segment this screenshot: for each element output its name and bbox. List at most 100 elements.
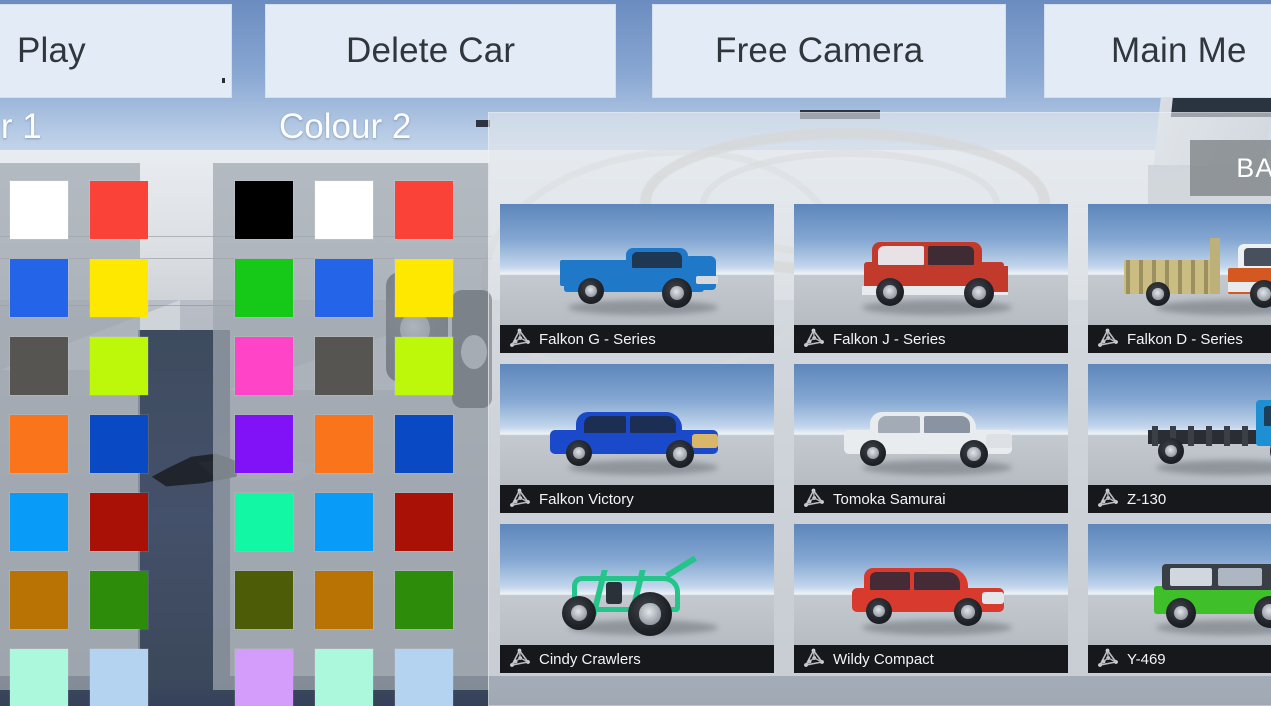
- colour-swatch[interactable]: [10, 181, 68, 239]
- car-part: [686, 256, 716, 290]
- colour-1-title: our 1: [0, 107, 42, 147]
- free-camera-button[interactable]: Free Camera: [652, 4, 1006, 98]
- car-part: [1210, 238, 1220, 294]
- car-part: [1152, 426, 1158, 446]
- car-card[interactable]: Tomoka Samurai: [794, 364, 1068, 513]
- prefab-mesh-icon: [802, 488, 826, 510]
- colour-swatch[interactable]: [235, 415, 293, 473]
- back-button[interactable]: BACK: [1190, 140, 1271, 196]
- car-part: [1152, 288, 1164, 300]
- colour-swatch[interactable]: [90, 571, 148, 629]
- car-thumbnail-render: [794, 204, 1068, 325]
- play-button[interactable]: Play: [0, 4, 232, 98]
- car-part: [630, 416, 676, 433]
- car-thumbnail: [500, 204, 774, 325]
- colour-2-title: Colour 2: [279, 107, 411, 147]
- colour-swatch[interactable]: [10, 571, 68, 629]
- colour-swatch[interactable]: [10, 493, 68, 551]
- colour-swatch[interactable]: [315, 337, 373, 395]
- colour-swatch[interactable]: [10, 649, 68, 706]
- car-part: [665, 555, 697, 578]
- colour-swatch[interactable]: [395, 337, 453, 395]
- car-thumbnail-render: [794, 524, 1068, 645]
- car-part: [1204, 260, 1208, 294]
- car-thumbnail-render: [794, 364, 1068, 485]
- car-card[interactable]: Z-130: [1088, 364, 1271, 513]
- car-name-label: Wildy Compact: [833, 651, 934, 668]
- car-thumbnail-render: [500, 204, 774, 325]
- colour-swatch[interactable]: [315, 181, 373, 239]
- colour-swatch[interactable]: [90, 649, 148, 706]
- colour-swatch[interactable]: [235, 493, 293, 551]
- colour-swatch[interactable]: [10, 259, 68, 317]
- car-name-label: Cindy Crawlers: [539, 651, 641, 668]
- car-card[interactable]: Wildy Compact: [794, 524, 1068, 673]
- car-thumbnail: [794, 204, 1068, 325]
- colour-swatch[interactable]: [315, 259, 373, 317]
- colour-swatch[interactable]: [315, 649, 373, 706]
- car-part: [982, 592, 1004, 604]
- car-part: [883, 285, 896, 298]
- mouse-cursor: [222, 78, 225, 83]
- car-name-bar: Z-130: [1088, 485, 1271, 513]
- main-menu-button-label: Main Me: [1045, 31, 1247, 71]
- car-name-bar: Falkon J - Series: [794, 325, 1068, 353]
- colour-swatch[interactable]: [235, 181, 293, 239]
- car-part: [1262, 604, 1271, 619]
- colour-swatch[interactable]: [395, 259, 453, 317]
- car-part: [914, 572, 960, 590]
- car-name-label: Falkon G - Series: [539, 331, 656, 348]
- car-part: [1191, 260, 1195, 294]
- colour-swatch[interactable]: [90, 337, 148, 395]
- car-thumbnail-render: [1088, 204, 1271, 325]
- colour-swatch[interactable]: [395, 571, 453, 629]
- car-part: [1242, 426, 1248, 446]
- colour-swatch[interactable]: [395, 415, 453, 473]
- prefab-mesh-icon: [1096, 328, 1120, 350]
- car-card[interactable]: Falkon Victory: [500, 364, 774, 513]
- colour-swatch[interactable]: [10, 415, 68, 473]
- car-card[interactable]: Falkon J - Series: [794, 204, 1068, 353]
- colour-swatch[interactable]: [90, 415, 148, 473]
- colour-swatch[interactable]: [315, 415, 373, 473]
- car-part: [1257, 287, 1270, 300]
- car-thumbnail: [1088, 204, 1271, 325]
- colour-swatch[interactable]: [315, 571, 373, 629]
- colour-swatch[interactable]: [90, 181, 148, 239]
- colour-swatch[interactable]: [235, 649, 293, 706]
- car-card[interactable]: Falkon G - Series: [500, 204, 774, 353]
- colour-swatch[interactable]: [90, 259, 148, 317]
- colour-swatch[interactable]: [90, 493, 148, 551]
- colour-swatch[interactable]: [315, 493, 373, 551]
- colour-swatch[interactable]: [395, 649, 453, 706]
- delete-car-button-label: Delete Car: [266, 31, 515, 71]
- car-part: [632, 252, 682, 268]
- car-part: [992, 266, 1008, 292]
- colour-swatch[interactable]: [235, 337, 293, 395]
- main-menu-button[interactable]: Main Me: [1044, 4, 1271, 98]
- colour-swatch[interactable]: [235, 259, 293, 317]
- colour-swatch[interactable]: [395, 181, 453, 239]
- car-card[interactable]: Y-469: [1088, 524, 1271, 673]
- colour-swatch[interactable]: [395, 493, 453, 551]
- colour-swatch[interactable]: [235, 571, 293, 629]
- prefab-mesh-icon: [508, 328, 532, 350]
- car-part: [1244, 248, 1271, 266]
- prefab-mesh-icon: [1096, 488, 1120, 510]
- car-part: [696, 276, 718, 284]
- car-part: [606, 582, 622, 604]
- car-thumbnail: [794, 524, 1068, 645]
- colour-1-palette[interactable]: [0, 163, 140, 690]
- car-part: [878, 246, 924, 265]
- car-name-bar: Tomoka Samurai: [794, 485, 1068, 513]
- car-part: [961, 605, 974, 618]
- delete-car-button[interactable]: Delete Car: [265, 4, 616, 98]
- car-part: [639, 603, 660, 624]
- car-name-label: Falkon D - Series: [1127, 331, 1243, 348]
- car-card[interactable]: Cindy Crawlers: [500, 524, 774, 673]
- colour-2-palette[interactable]: [213, 163, 489, 690]
- car-part: [1126, 260, 1130, 294]
- colour-swatch[interactable]: [10, 337, 68, 395]
- car-card[interactable]: Falkon D - Series: [1088, 204, 1271, 353]
- prefab-mesh-icon: [802, 648, 826, 670]
